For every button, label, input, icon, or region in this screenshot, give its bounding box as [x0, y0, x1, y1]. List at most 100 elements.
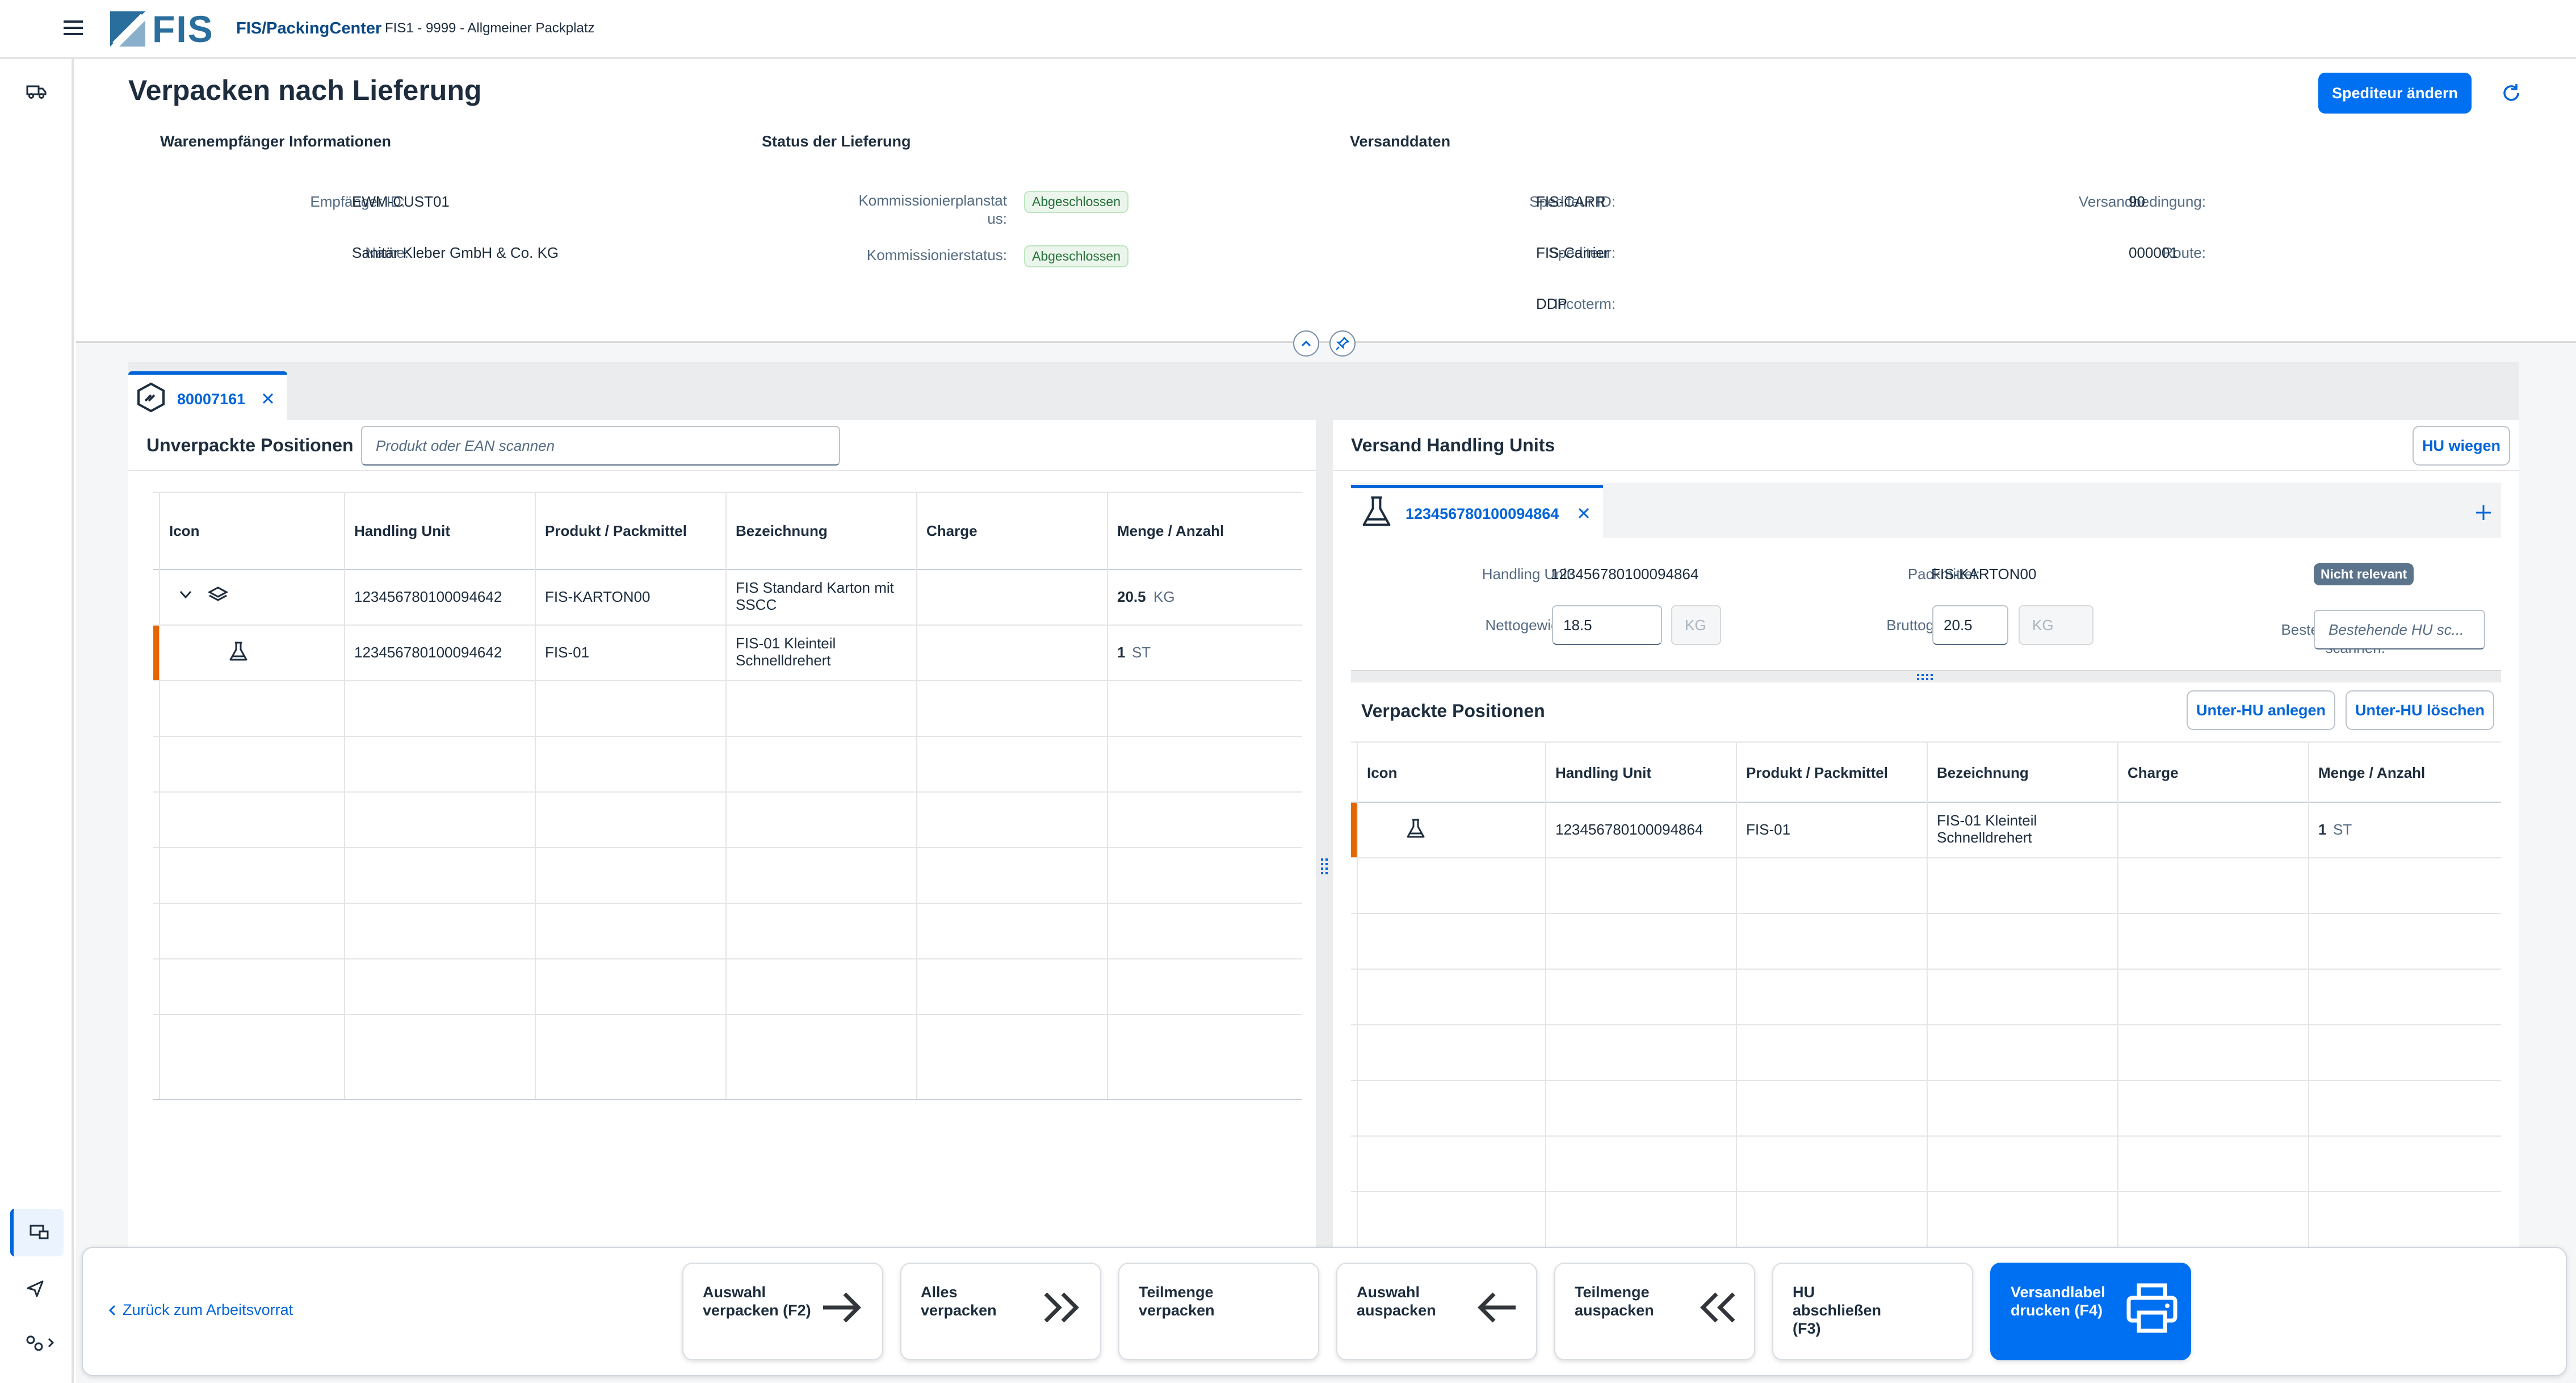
pick-status-badge: Abgeschlossen	[1024, 245, 1128, 267]
row-hu: 123456780100094642	[354, 644, 502, 661]
incoterm-label: Incoterm:	[1554, 295, 1616, 312]
double-chevron-left-icon	[1700, 1292, 1735, 1323]
unpacked-table: Icon Handling Unit Produkt / Packmittel …	[153, 492, 1302, 1100]
action-label: Versandlabel	[2011, 1284, 2105, 1301]
packed-title: Verpackte Positionen	[1361, 701, 1545, 721]
action-label: abschließen	[1793, 1302, 1882, 1319]
row-unit: ST	[2333, 821, 2352, 838]
delivery-status-title: Status der Lieferung	[762, 133, 911, 150]
existing-hu-scan-input[interactable]: Bestehende HU sc...	[2314, 610, 2485, 649]
hu-status-badge: Nicht relevant	[2314, 563, 2414, 585]
change-carrier-button[interactable]: Spediteur ändern	[2318, 73, 2472, 114]
refresh-icon[interactable]	[2501, 83, 2522, 103]
shell-bar: FIS FIS/PackingCenter FIS1 - 9999 - Allg…	[0, 0, 2576, 59]
create-sub-hu-button[interactable]: Unter-HU anlegen	[2187, 690, 2335, 730]
gross-weight-input[interactable]	[1932, 605, 2008, 645]
pack-partial-button[interactable]: Teilmenge verpacken	[1118, 1263, 1319, 1360]
row-description: FIS Standard Karton mit	[736, 579, 894, 596]
action-label: verpacken	[921, 1302, 997, 1319]
panel-splitter[interactable]	[1316, 420, 1333, 1249]
hu-tab[interactable]: 123456780100094864	[1351, 485, 1603, 538]
nav-settings-icon[interactable]	[25, 1334, 57, 1351]
pick-plan-label-2: us:	[987, 210, 1007, 227]
gross-weight-unit: KG	[2019, 605, 2093, 645]
col-header-description[interactable]: Bezeichnung	[1937, 764, 2029, 782]
row-product: FIS-KARTON00	[545, 588, 651, 605]
delivery-tab[interactable]: 80007161	[128, 371, 287, 420]
action-label: Teilmenge	[1575, 1284, 1650, 1301]
pack-selection-button[interactable]: Auswahl verpacken (F2)	[682, 1263, 883, 1360]
carrier-value: FIS-Carrier	[1536, 244, 1609, 261]
menu-icon[interactable]	[64, 19, 83, 36]
add-hu-icon[interactable]	[2475, 504, 2492, 521]
action-label: auspacken	[1575, 1302, 1654, 1319]
printer-icon	[2126, 1283, 2178, 1333]
col-header-icon[interactable]: Icon	[1367, 764, 1397, 782]
table-row[interactable]: 123456780100094864 FIS-01 FIS-01 Kleinte…	[1351, 803, 2501, 857]
hu-tab-strip: 123456780100094864	[1351, 483, 2501, 538]
delete-sub-hu-button[interactable]: Unter-HU löschen	[2346, 690, 2494, 730]
fis-logo[interactable]: FIS	[108, 8, 227, 49]
app-name: FIS/PackingCenter	[236, 19, 382, 37]
nav-truck-icon[interactable]	[26, 83, 47, 100]
row-highlight-marker	[153, 626, 159, 680]
col-header-charge[interactable]: Charge	[2128, 764, 2179, 782]
workplace-context: FIS1 - 9999 - Allgmeiner Packplatz	[385, 20, 595, 36]
close-tab-icon[interactable]	[261, 392, 275, 405]
splitter-grip-icon[interactable]	[1915, 672, 1937, 681]
recipient-id-value: EWM-CUST01	[352, 193, 450, 210]
row-quantity: 20.5	[1117, 588, 1146, 605]
route-value: 000001	[2129, 244, 2178, 261]
net-weight-unit: KG	[1671, 605, 1721, 645]
flask-icon	[1406, 818, 1426, 840]
row-hu: 123456780100094864	[1555, 821, 1704, 838]
col-header-icon[interactable]: Icon	[169, 522, 199, 540]
table-row[interactable]: 123456780100094642 FIS-KARTON00 FIS Stan…	[153, 570, 1302, 625]
expand-chevron-icon[interactable]	[178, 589, 193, 601]
col-header-quantity[interactable]: Menge / Anzahl	[2318, 764, 2425, 782]
shipping-hu-title: Versand Handling Units	[1351, 435, 1555, 455]
unpack-selection-button[interactable]: Auswahl auspacken	[1336, 1263, 1537, 1360]
splitter-grip-icon[interactable]	[1318, 856, 1331, 879]
flask-icon	[228, 640, 249, 663]
col-header-description[interactable]: Bezeichnung	[736, 522, 828, 540]
row-product: FIS-01	[545, 644, 590, 661]
vertical-splitter[interactable]	[1351, 670, 2501, 682]
col-header-product[interactable]: Produkt / Packmittel	[545, 522, 687, 540]
net-weight-input[interactable]	[1552, 605, 1662, 645]
col-header-charge[interactable]: Charge	[926, 522, 977, 540]
print-shipping-label-button[interactable]: Versandlabel drucken (F4)	[1990, 1263, 2191, 1360]
action-label: HU	[1793, 1284, 1815, 1301]
back-to-worklist-link[interactable]: Zurück zum Arbeitsvorrat	[107, 1301, 293, 1319]
hu-value: 123456780100094864	[1551, 565, 1699, 582]
nav-item-packing[interactable]	[10, 1209, 64, 1256]
delivery-box-icon	[135, 382, 167, 413]
col-header-quantity[interactable]: Menge / Anzahl	[1117, 522, 1224, 540]
weigh-hu-button[interactable]: HU wiegen	[2413, 426, 2510, 466]
unpack-partial-button[interactable]: Teilmenge auspacken	[1554, 1263, 1755, 1360]
row-unit: ST	[1132, 644, 1151, 661]
action-label: verpacken	[1139, 1302, 1215, 1319]
col-header-handling-unit[interactable]: Handling Unit	[354, 522, 450, 540]
pin-header-button[interactable]	[1329, 330, 1356, 357]
pick-plan-status-badge: Abgeschlossen	[1024, 191, 1128, 213]
arrow-right-icon	[823, 1292, 861, 1323]
nav-send-icon[interactable]	[26, 1280, 44, 1298]
shipping-condition-value: 90	[2129, 193, 2145, 210]
pack-all-button[interactable]: Alles verpacken	[900, 1263, 1101, 1360]
row-quantity: 1	[1117, 644, 1126, 661]
close-hu-button[interactable]: HU abschließen (F3)	[1772, 1263, 1973, 1360]
unpacked-panel: Unverpackte Positionen Produkt oder EAN …	[128, 420, 1316, 1249]
col-header-product[interactable]: Produkt / Packmittel	[1746, 764, 1888, 782]
table-row[interactable]: 123456780100094642 FIS-01 FIS-01 Kleinte…	[153, 626, 1302, 680]
product-scan-input[interactable]: Produkt oder EAN scannen	[361, 426, 840, 466]
nav-packing-icon	[30, 1223, 50, 1240]
pick-status-label: Kommissionierstatus:	[866, 246, 1007, 263]
row-product: FIS-01	[1746, 821, 1791, 838]
close-hu-tab-icon[interactable]	[1577, 506, 1591, 520]
row-description: FIS-01 Kleinteil	[736, 635, 836, 652]
delivery-tab-strip	[128, 362, 2519, 420]
hu-label: Handling Unit:	[1482, 565, 1575, 582]
collapse-header-button[interactable]	[1293, 330, 1319, 357]
col-header-handling-unit[interactable]: Handling Unit	[1555, 764, 1651, 782]
